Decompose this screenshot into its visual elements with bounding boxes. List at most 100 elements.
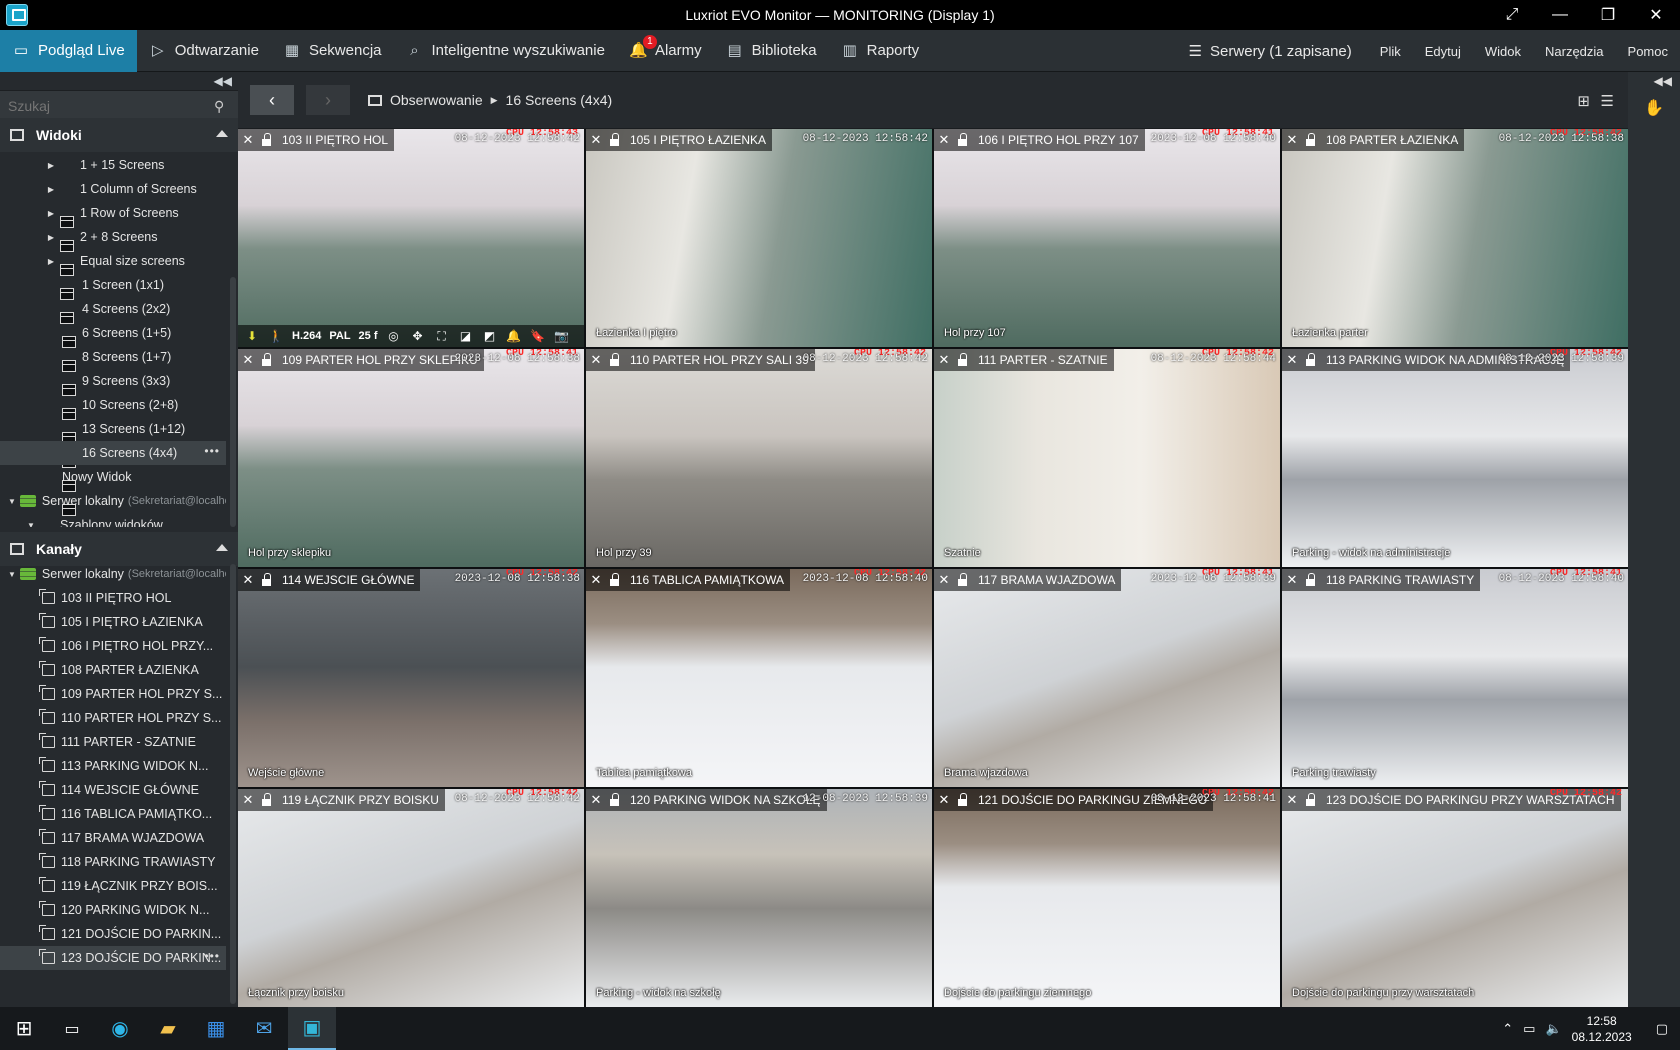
close-button[interactable]: ✕ <box>1632 0 1680 30</box>
view-item[interactable]: ▼ Szablony widoków <box>0 513 226 527</box>
expand-arrow-icon[interactable]: ▶ <box>46 185 56 194</box>
channel-item[interactable]: 121 DOJŚCIE DO PARKIN... <box>0 922 226 946</box>
back-button[interactable]: ‹ <box>250 85 294 115</box>
camera-video-feed[interactable] <box>238 789 584 1007</box>
channel-item[interactable]: 119 ŁĄCZNIK PRZY BOIS... <box>0 874 226 898</box>
volume-icon[interactable]: 🔈 <box>1545 1021 1561 1037</box>
alarm-bell-icon[interactable]: 🔔 <box>506 329 522 343</box>
channel-item[interactable]: 108 PARTER ŁAZIENKA <box>0 658 226 682</box>
collapse-arrow-icon[interactable]: ▼ <box>8 497 16 506</box>
camera-video-feed[interactable] <box>1282 129 1628 347</box>
camera-video-feed[interactable] <box>238 129 584 347</box>
layout-icon[interactable]: ⊞ <box>1577 92 1590 110</box>
tab-1[interactable]: ▷ Odtwarzanie <box>137 30 271 72</box>
unlock-icon[interactable] <box>1302 569 1320 591</box>
camera-tile[interactable]: ✕ 111 PARTER - SZATNIE CPU 12:58:42 08-12-2… <box>934 349 1280 567</box>
unlock-icon[interactable] <box>258 789 276 811</box>
channel-item[interactable]: 118 PARKING TRAWIASTY <box>0 850 226 874</box>
store-icon[interactable]: ▦ <box>192 1007 240 1050</box>
task-view-icon[interactable]: ▭ <box>48 1007 96 1050</box>
camera-video-feed[interactable] <box>934 349 1280 567</box>
windows-start-icon[interactable]: ⊞ <box>0 1007 48 1050</box>
minimize-button[interactable]: — <box>1536 0 1584 30</box>
edge-browser-icon[interactable]: ◉ <box>96 1007 144 1050</box>
unlock-icon[interactable] <box>258 349 276 371</box>
view-item[interactable]: 8 Screens (1+7) <box>0 345 226 420</box>
menu-3[interactable]: Narzędzia <box>1533 44 1616 59</box>
unlock-icon[interactable] <box>954 349 972 371</box>
ptz-hand-icon[interactable]: ✋ <box>1644 98 1664 118</box>
breadcrumb-root[interactable]: Obserwowanie <box>390 92 483 108</box>
expand-arrow-icon[interactable]: ▶ <box>46 257 56 266</box>
camera-video-feed[interactable] <box>1282 569 1628 787</box>
close-icon[interactable]: ✕ <box>238 569 258 591</box>
camera-video-feed[interactable] <box>1282 789 1628 1007</box>
camera-video-feed[interactable] <box>934 569 1280 787</box>
download-icon[interactable]: ⬇ <box>244 329 260 343</box>
expand-panel-icon[interactable]: ◀◀ <box>1654 74 1672 88</box>
camera-tile[interactable]: ✕ 114 WEJSCIE GŁÓWNE CPU 12:58:42 2023-12-0… <box>238 569 584 787</box>
channel-item[interactable]: 116 TABLICA PAMIĄTKO... <box>0 802 226 826</box>
unlock-icon[interactable] <box>606 129 624 151</box>
camera-tile[interactable]: ✕ 109 PARTER HOL PRZY SKLEPIKU CPU 12:58:4… <box>238 349 584 567</box>
view-item[interactable]: 1 Screen (1x1) <box>0 273 226 348</box>
image-adjust-icon[interactable]: ◪ <box>458 329 474 343</box>
channel-item[interactable]: 105 I PIĘTRO ŁAZIENKA <box>0 610 226 634</box>
bookmark-icon[interactable]: 🔖 <box>530 329 546 343</box>
maximize-button[interactable]: ❐ <box>1584 0 1632 30</box>
close-icon[interactable]: ✕ <box>934 569 954 591</box>
tab-5[interactable]: ▤ Biblioteka <box>714 30 829 72</box>
camera-tile[interactable]: ✕ 116 TABLICA PAMIĄTKOWA CPU 12:58:42 2023-… <box>586 569 932 787</box>
unlock-icon[interactable] <box>954 569 972 591</box>
channels-section-header[interactable]: Kanały <box>0 532 238 566</box>
close-icon[interactable]: ✕ <box>586 569 606 591</box>
camera-tile[interactable]: ✕ 120 PARKING WIDOK NA SZKOŁĘ 12-08-2023 1… <box>586 789 932 1007</box>
close-icon[interactable]: ✕ <box>1282 129 1302 151</box>
view-item[interactable]: 4 Screens (2x2) <box>0 297 226 372</box>
channel-item[interactable]: 120 PARKING WIDOK N... <box>0 898 226 922</box>
unlock-icon[interactable] <box>258 569 276 591</box>
camera-video-feed[interactable] <box>586 569 932 787</box>
close-icon[interactable]: ✕ <box>1282 349 1302 371</box>
unlock-icon[interactable] <box>1302 129 1320 151</box>
tab-6[interactable]: ▥ Raporty <box>829 30 932 72</box>
view-item[interactable]: 10 Screens (2+8) <box>0 393 226 468</box>
tab-2[interactable]: ▦ Sekwencja <box>271 30 394 72</box>
close-icon[interactable]: ✕ <box>934 129 954 151</box>
forward-button[interactable]: › <box>306 85 350 115</box>
channel-item[interactable]: 109 PARTER HOL PRZY S... <box>0 682 226 706</box>
camera-tile[interactable]: ✕ 117 BRAMA WJAZDOWA CPU 12:58:41 2023-12-0… <box>934 569 1280 787</box>
collapse-caret-icon[interactable] <box>216 544 228 551</box>
unlock-icon[interactable] <box>258 129 276 151</box>
channel-item[interactable]: 117 BRAMA WJAZDOWA <box>0 826 226 850</box>
camera-tile[interactable]: ✕ 110 PARTER HOL PRZY SALI 39 CPU 12:58:42… <box>586 349 932 567</box>
camera-video-feed[interactable] <box>238 349 584 567</box>
unlock-icon[interactable] <box>954 789 972 811</box>
unlock-icon[interactable] <box>606 789 624 811</box>
view-item[interactable]: Nowy Widok <box>0 465 226 489</box>
tab-4[interactable]: 🔔 1 Alarmy <box>617 30 714 72</box>
camera-video-feed[interactable] <box>934 129 1280 347</box>
contrast-icon[interactable]: ◩ <box>482 329 498 343</box>
luxriot-taskbar-icon[interactable]: ▣ <box>288 1007 336 1050</box>
unlock-icon[interactable] <box>606 569 624 591</box>
file-explorer-icon[interactable]: ▰ <box>144 1007 192 1050</box>
camera-video-feed[interactable] <box>586 789 932 1007</box>
views-section-header[interactable]: Widoki <box>0 118 238 152</box>
menu-4[interactable]: Pomoc <box>1616 44 1680 59</box>
views-scrollbar[interactable] <box>230 277 236 527</box>
close-icon[interactable]: ✕ <box>238 349 258 371</box>
expand-arrow-icon[interactable]: ▶ <box>46 161 56 170</box>
channels-server-item[interactable]: ▼ Serwer lokalny(Sekretariat@localho... <box>0 562 226 586</box>
collapse-caret-icon[interactable] <box>216 130 228 137</box>
tab-0[interactable]: ▭ Podgląd Live <box>0 29 137 72</box>
menu-0[interactable]: Plik <box>1368 44 1413 59</box>
camera-tile[interactable]: ✕ 119 ŁĄCZNIK PRZY BOISKU CPU 12:58:42 08-1… <box>238 789 584 1007</box>
unlock-icon[interactable] <box>1302 789 1320 811</box>
unlock-icon[interactable] <box>954 129 972 151</box>
close-icon[interactable]: ✕ <box>1282 569 1302 591</box>
expand-arrow-icon[interactable]: ▶ <box>46 209 56 218</box>
camera-tile[interactable]: ✕ 103 II PIĘTRO HOL CPU 12:58:43 08-12-2023… <box>238 129 584 347</box>
menu-2[interactable]: Widok <box>1473 44 1533 59</box>
channel-item[interactable]: 111 PARTER - SZATNIE <box>0 730 226 754</box>
